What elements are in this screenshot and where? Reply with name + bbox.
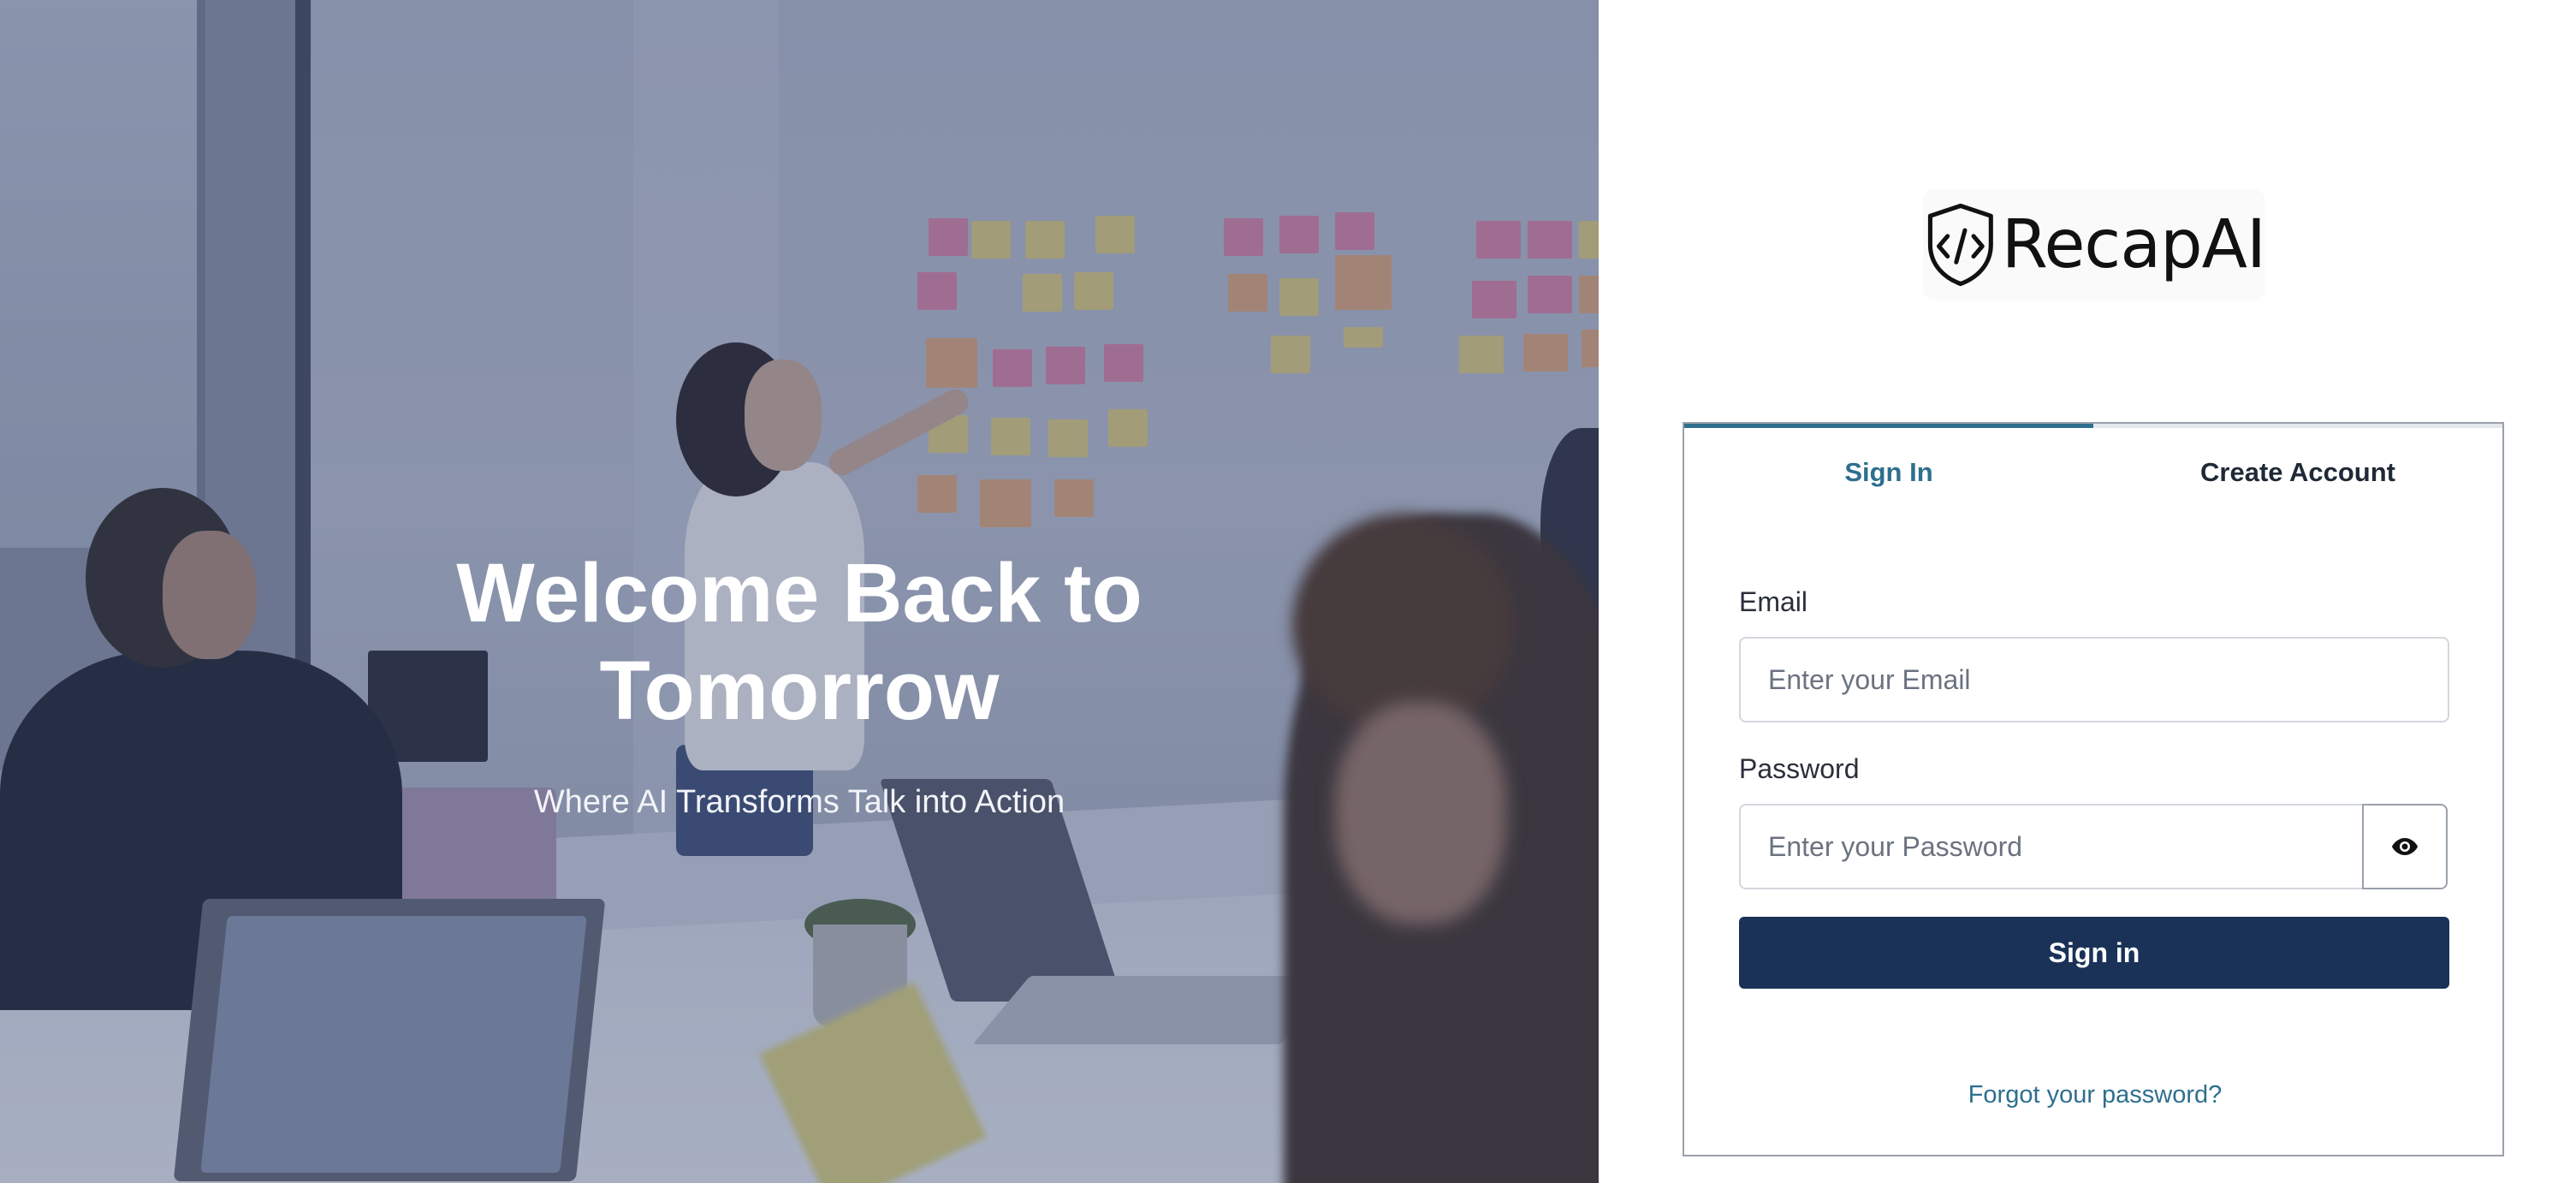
forgot-password-link[interactable]: Forgot your password? [1684, 1081, 2506, 1109]
hero-section: Welcome Back to Tomorrow Where AI Transf… [0, 0, 1599, 1183]
hero-title: Welcome Back to Tomorrow [456, 546, 1143, 737]
password-label: Password [1739, 753, 1860, 784]
brand-name: RecapAI [2001, 206, 2266, 283]
sign-in-button[interactable]: Sign in [1739, 917, 2449, 989]
auth-panel: RecapAI Sign In Create Account Email Pas… [1599, 0, 2576, 1183]
hero-subtitle: Where AI Transforms Talk into Action [533, 784, 1065, 820]
tab-create-account[interactable]: Create Account [2093, 424, 2502, 525]
auth-tabs: Sign In Create Account [1684, 424, 2502, 525]
eye-icon [2392, 838, 2418, 855]
show-password-button[interactable] [2362, 804, 2448, 889]
auth-card: Sign In Create Account Email Password [1683, 422, 2504, 1156]
sign-in-form: Email Password Sign in [1739, 586, 2449, 989]
brand-logo: RecapAI [1923, 189, 2266, 300]
hero-text-block: Welcome Back to Tomorrow Where AI Transf… [0, 544, 1599, 821]
login-page: Welcome Back to Tomorrow Where AI Transf… [0, 0, 2576, 1183]
password-field[interactable] [1739, 804, 2364, 889]
tab-sign-in[interactable]: Sign In [1684, 424, 2093, 525]
email-field[interactable] [1739, 637, 2449, 722]
password-row [1739, 804, 2449, 889]
email-label: Email [1739, 586, 1808, 617]
shield-code-icon [1927, 203, 1993, 287]
